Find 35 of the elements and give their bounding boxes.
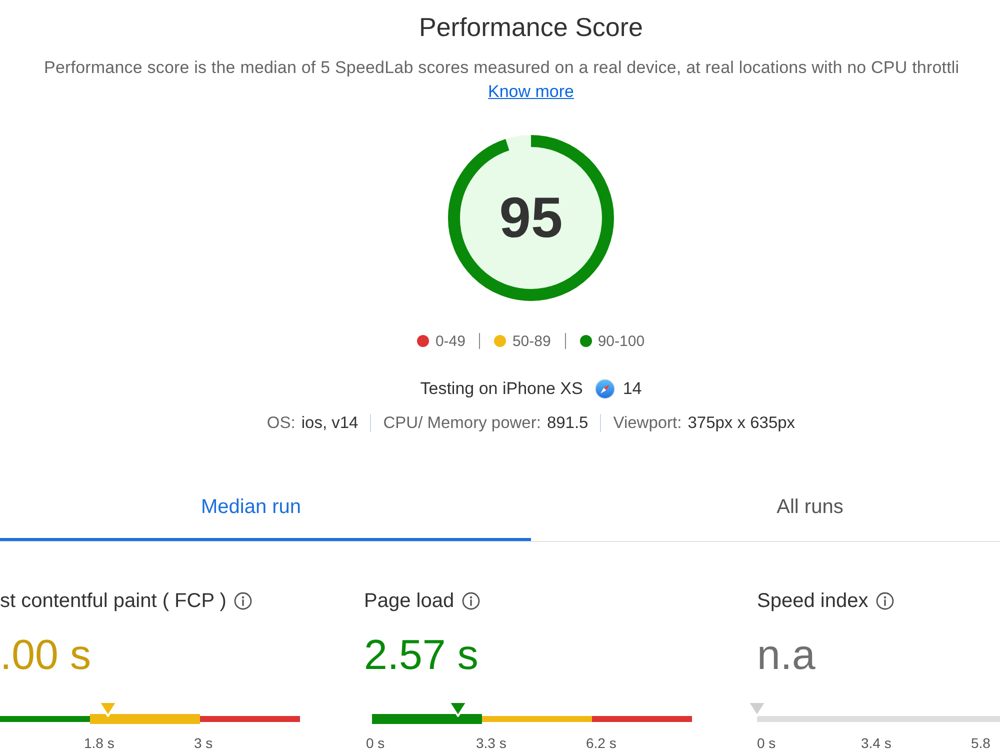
tick-label: 0 s — [757, 736, 776, 750]
spec-value: ios, v14 — [301, 414, 358, 432]
page-title: Performance Score — [418, 11, 644, 43]
metric-value: n.a — [757, 630, 816, 680]
tick-label: 0 s — [366, 736, 385, 750]
tick-label: 5.8 — [971, 736, 990, 750]
tick-label: 1.8 s — [84, 736, 114, 750]
info-icon[interactable] — [876, 592, 894, 610]
spec-label: OS: — [266, 414, 296, 432]
spec-value: 375px x 635px — [688, 414, 796, 432]
compass-icon — [594, 379, 615, 399]
spec-label: Viewport: — [613, 414, 682, 432]
legend-label: 0-49 — [435, 332, 466, 350]
metric-title: st contentful paint ( FCP ) — [0, 589, 226, 614]
metric-title: Speed index — [757, 589, 868, 614]
know-more-link[interactable]: Know more — [488, 82, 574, 101]
info-icon[interactable] — [462, 592, 480, 610]
metric-value: .00 s — [0, 630, 92, 680]
score-value: 95 — [499, 190, 563, 246]
legend-label: 90-100 — [598, 332, 645, 350]
spec-value: 891.5 — [546, 414, 588, 432]
tick-label: 3.4 s — [861, 736, 892, 750]
tab[interactable]: All runs — [531, 471, 1000, 541]
tick-label: 3.3 s — [476, 736, 506, 750]
metric-value: 2.57 s — [364, 630, 480, 680]
tick-label: 6.2 s — [586, 736, 616, 750]
metric-title: Page load — [364, 589, 454, 614]
spec-label: CPU/ Memory power: — [383, 414, 541, 432]
tab[interactable]: Median run — [0, 471, 531, 541]
info-icon[interactable] — [234, 592, 252, 610]
description: Performance score is the median of 5 SpeedLab scores measured on a real device, at real locations with no CPU throttli — [44, 57, 960, 79]
tick-label: 3 s — [194, 736, 213, 750]
legend-label: 50-89 — [512, 332, 551, 350]
device-label: Testing on iPhone XS — [420, 379, 583, 399]
browser-version: 14 — [622, 379, 642, 399]
